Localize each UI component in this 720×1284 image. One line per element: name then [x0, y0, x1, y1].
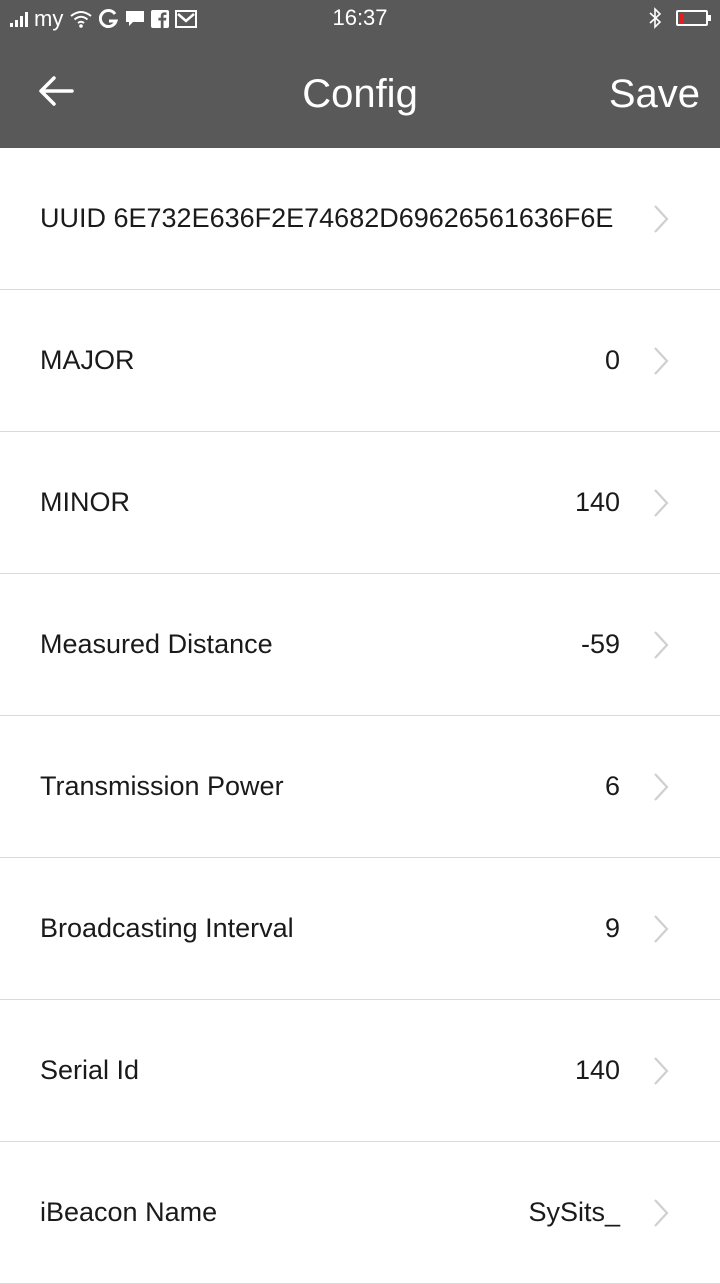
app-bar: Config Save: [0, 38, 720, 148]
row-label: Broadcasting Interval: [40, 913, 294, 943]
row-value: 140: [574, 1055, 620, 1085]
chevron-right-icon: [654, 1056, 669, 1085]
row-label: MAJOR: [40, 345, 135, 375]
row-value: SySits_: [528, 1197, 620, 1227]
chevron-right-icon: [654, 914, 669, 943]
row-label: UUID 6E732E636F2E74682D69626561636F6E: [40, 203, 614, 233]
battery-level: [679, 13, 683, 23]
row-value: 0: [604, 345, 620, 375]
chevron-right-icon: [654, 630, 669, 659]
row-label: iBeacon Name: [40, 1197, 218, 1227]
config-row-major[interactable]: MAJOR 0: [0, 290, 720, 432]
row-value: -59: [580, 629, 620, 659]
config-list: UUID 6E732E636F2E74682D69626561636F6E MAJ…: [0, 148, 720, 1284]
config-row-measured-distance[interactable]: Measured Distance -59: [0, 574, 720, 716]
chevron-right-icon: [654, 488, 669, 517]
row-value: 6: [604, 771, 620, 801]
config-row-minor[interactable]: MINOR 140: [0, 432, 720, 574]
config-row-broadcasting-interval[interactable]: Broadcasting Interval 9: [0, 858, 720, 1000]
config-row-ibeacon-name[interactable]: iBeacon Name SySits_: [0, 1142, 720, 1284]
row-label: Measured Distance: [40, 629, 273, 659]
bluetooth-icon: [648, 7, 662, 29]
chevron-right-icon: [654, 204, 669, 233]
row-label: Serial Id: [40, 1055, 140, 1085]
save-button[interactable]: Save: [609, 70, 700, 118]
row-value: 140: [574, 487, 620, 517]
row-label: MINOR: [40, 487, 130, 517]
chevron-right-icon: [654, 772, 669, 801]
status-bar: my 16:37: [0, 0, 720, 38]
status-right-group: [648, 7, 711, 29]
row-label: Transmission Power: [40, 771, 284, 801]
config-row-serial-id[interactable]: Serial Id 140: [0, 1000, 720, 1142]
config-row-transmission-power[interactable]: Transmission Power 6: [0, 716, 720, 858]
config-row-uuid[interactable]: UUID 6E732E636F2E74682D69626561636F6E: [0, 148, 720, 290]
chevron-right-icon: [654, 1198, 669, 1227]
battery-icon: [676, 10, 711, 26]
status-time: 16:37: [332, 5, 388, 30]
chevron-right-icon: [654, 346, 669, 375]
row-value: 9: [604, 913, 620, 943]
